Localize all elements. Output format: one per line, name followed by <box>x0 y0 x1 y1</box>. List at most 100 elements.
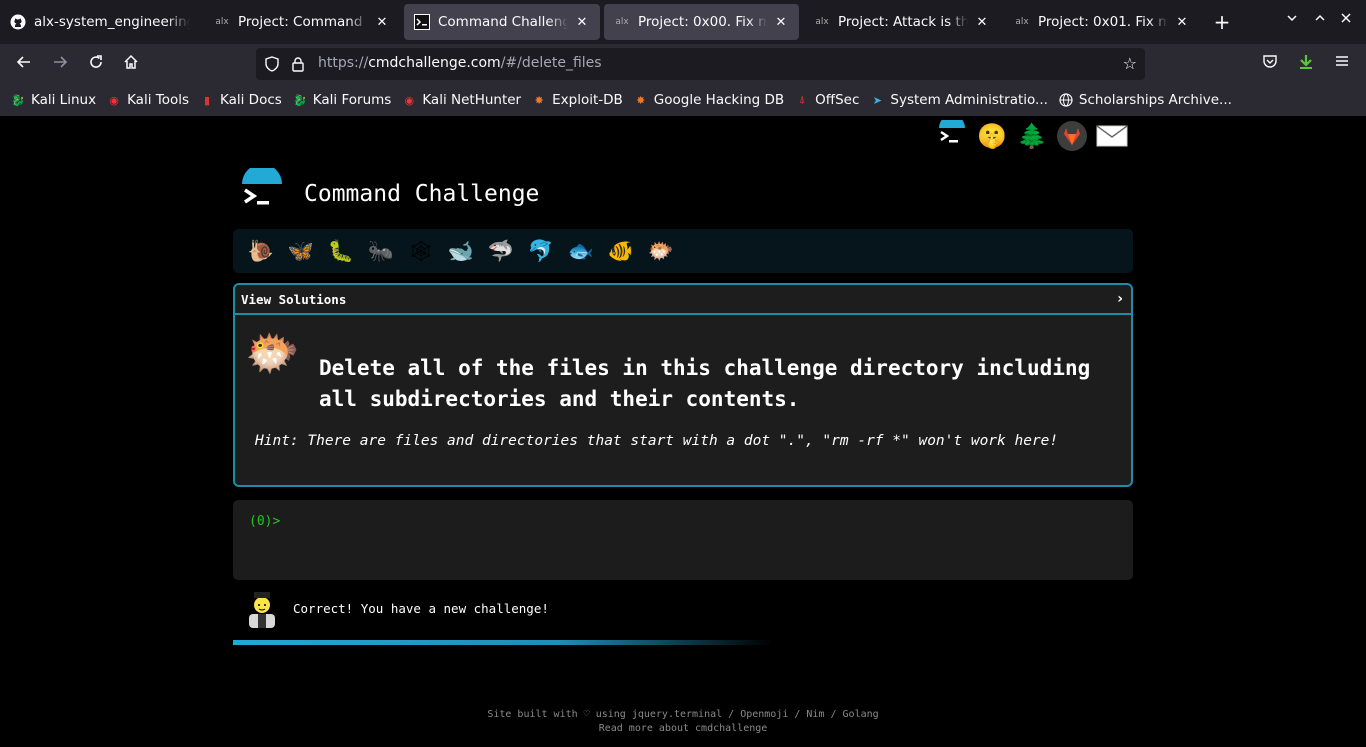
reload-icon[interactable] <box>85 53 107 75</box>
tab-title: Project: 0x00. Fix my c <box>638 14 767 30</box>
menu-icon[interactable] <box>1331 53 1353 75</box>
url-protocol: https:// <box>318 55 369 71</box>
status-message-row: Correct! You have a new challenge! <box>245 588 549 628</box>
spider-web-icon[interactable]: 🕸 <box>401 239 441 264</box>
envelope-icon[interactable] <box>1096 120 1128 152</box>
tab-project-0x00[interactable]: alx Project: 0x00. Fix my c ✕ <box>604 4 799 40</box>
bookmark-kali-forums[interactable]: 🐉 Kali Forums <box>292 92 392 108</box>
challenge-description: Delete all of the files in this challeng… <box>319 356 1091 411</box>
terminal-input[interactable]: (0)> <box>233 500 1133 580</box>
kali-forums-icon: 🐉 <box>292 93 307 107</box>
challenge-level-bar: 🐌 🦋 🐛 🐜 🕸 🐋 🦈 🐬 🐟 🐠 🐡 <box>233 229 1133 273</box>
url-bar[interactable]: https://cmdchallenge.com/#/delete_files … <box>256 48 1145 80</box>
butterfly-icon[interactable]: 🦋 <box>281 239 321 264</box>
offsec-icon: ⍋ <box>798 93 806 106</box>
new-tab-button[interactable]: + <box>1210 10 1234 34</box>
close-icon[interactable]: ✕ <box>773 15 789 30</box>
back-arrow-icon[interactable] <box>13 53 35 75</box>
alx-icon: alx <box>215 17 229 27</box>
bookmarks-toolbar: 🐉 Kali Linux ◉ Kali Tools ▮ Kali Docs 🐉 Kali… <box>0 84 1366 116</box>
caterpillar-icon[interactable]: 🐛 <box>321 239 361 264</box>
dolphin-icon[interactable]: 🐬 <box>521 239 561 264</box>
bookmark-kali-nethunter[interactable]: ◉ Kali NetHunter <box>401 92 522 108</box>
footer-credits[interactable]: Site built with ♡ using jquery.terminal … <box>0 708 1366 722</box>
ant-icon[interactable]: 🐜 <box>361 239 401 264</box>
terminal-prompt: (0)> <box>249 514 281 529</box>
shushing-face-icon[interactable]: 🤫 <box>976 120 1008 152</box>
forward-arrow-icon[interactable] <box>49 53 71 75</box>
bookmark-star-icon[interactable]: ☆ <box>1123 54 1137 73</box>
bookmark-google-hacking-db[interactable]: ✸ Google Hacking DB <box>633 92 784 108</box>
close-icon[interactable]: ✕ <box>574 15 590 30</box>
sysadmin-icon: ➤ <box>872 93 883 107</box>
bookmark-label: Scholarships Archive... <box>1078 92 1232 108</box>
bookmark-scholarships[interactable]: Scholarships Archive... <box>1058 92 1232 108</box>
gitlab-icon[interactable] <box>1056 120 1088 152</box>
globe-icon <box>1058 92 1074 108</box>
close-window-icon[interactable] <box>1340 12 1352 27</box>
bookmark-kali-docs[interactable]: ▮ Kali Docs <box>199 92 282 108</box>
fish-icon[interactable]: 🐟 <box>561 239 601 264</box>
home-icon[interactable] <box>120 53 142 75</box>
exploit-db-icon: ✸ <box>534 93 544 107</box>
close-icon[interactable]: ✕ <box>974 15 990 30</box>
snail-icon[interactable]: 🐌 <box>241 239 281 264</box>
top-links: 🤫 🌲 <box>936 120 1128 152</box>
page-content: 🤫 🌲 Command Challenge 🐌 🦋 🐛 🐜 🕸 🐋 🦈 🐬 🐟 … <box>0 116 1366 747</box>
bookmark-offsec[interactable]: ⍋ OffSec <box>794 92 860 108</box>
tab-title: Project: Attack is the be <box>838 14 968 30</box>
site-logo[interactable] <box>238 164 286 216</box>
footer: Site built with ♡ using jquery.terminal … <box>0 708 1366 736</box>
nav-bar: https://cmdchallenge.com/#/delete_files … <box>0 44 1366 84</box>
alx-icon: alx <box>1015 17 1029 27</box>
tab-title: Project: Command line <box>238 14 368 30</box>
close-icon[interactable]: ✕ <box>1174 15 1190 30</box>
chevron-up-icon[interactable] <box>1314 12 1326 27</box>
footer-about-link[interactable]: Read more about cmdchallenge <box>0 722 1366 736</box>
tab-bar: alx-system_engineering alx Project: Comm… <box>0 0 1366 44</box>
whale-icon[interactable]: 🐋 <box>441 239 481 264</box>
ghdb-icon: ✸ <box>636 93 646 107</box>
bookmark-kali-tools[interactable]: ◉ Kali Tools <box>106 92 189 108</box>
github-icon <box>10 14 26 30</box>
tab-alx-system-engineering[interactable]: alx-system_engineering <box>0 4 200 40</box>
tab-project-command-line[interactable]: alx Project: Command line ✕ <box>204 4 400 40</box>
bookmark-label: Kali Tools <box>127 92 189 108</box>
tropical-fish-icon[interactable]: 🐠 <box>601 239 641 264</box>
bookmark-system-administration[interactable]: ➤ System Administratio... <box>869 92 1048 108</box>
lock-icon[interactable] <box>290 56 306 76</box>
shark-icon[interactable]: 🦈 <box>481 239 521 264</box>
view-solutions-toggle[interactable]: View Solutions › <box>235 285 1131 315</box>
download-icon[interactable] <box>1295 53 1317 75</box>
pufferfish-icon[interactable]: 🐡 <box>641 239 681 264</box>
shield-icon[interactable] <box>264 56 280 76</box>
url-host: cmdchallenge.com <box>368 55 501 71</box>
terminal-icon <box>414 14 430 30</box>
tab-project-attack[interactable]: alx Project: Attack is the be ✕ <box>804 4 1000 40</box>
challenge-panel: View Solutions › 🐡 Delete all of the fil… <box>233 283 1133 487</box>
chevron-right-icon: › <box>1117 291 1123 307</box>
alx-icon: alx <box>815 17 829 27</box>
bookmark-label: OffSec <box>815 92 860 108</box>
view-solutions-label: View Solutions <box>241 291 347 307</box>
list-tabs-icon[interactable] <box>1286 12 1298 27</box>
url-path: /#/delete_files <box>500 55 602 71</box>
pocket-icon[interactable] <box>1259 53 1281 75</box>
kali-dragon-icon: 🐉 <box>11 93 25 107</box>
tab-project-0x01[interactable]: alx Project: 0x01. Fix my co ✕ <box>1004 4 1200 40</box>
bookmark-kali-linux[interactable]: 🐉 Kali Linux <box>10 92 96 108</box>
bookmark-exploit-db[interactable]: ✸ Exploit-DB <box>531 92 623 108</box>
bookmark-label: Kali Forums <box>312 92 392 108</box>
kali-docs-icon: ▮ <box>203 93 211 107</box>
close-icon[interactable]: ✕ <box>374 15 390 30</box>
bookmark-label: Google Hacking DB <box>653 92 785 108</box>
tree-icon[interactable]: 🌲 <box>1016 120 1048 152</box>
site-title: Command Challenge <box>304 181 540 207</box>
terminal-logo-icon[interactable] <box>936 120 968 152</box>
progress-bar <box>233 640 773 645</box>
bookmark-label: Kali NetHunter <box>422 92 522 108</box>
tab-title: Project: 0x01. Fix my co <box>1038 14 1168 30</box>
url-text: https://cmdchallenge.com/#/delete_files <box>318 55 602 71</box>
bookmark-label: Kali Docs <box>220 92 282 108</box>
tab-command-challenge[interactable]: Command Challenge! ✕ <box>404 4 600 40</box>
